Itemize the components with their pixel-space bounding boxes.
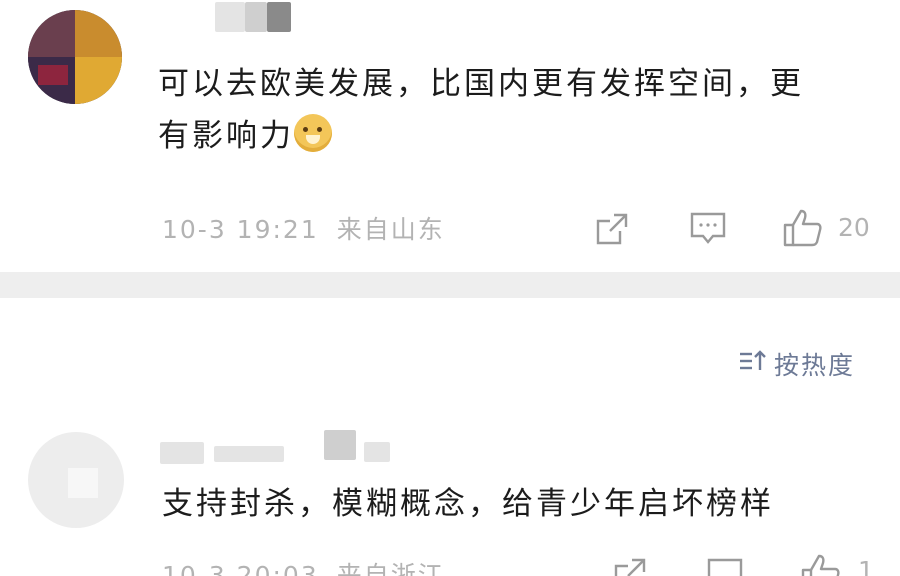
location: 来自山东 [336,215,445,244]
username-obscured[interactable] [215,2,291,36]
comment-text: 可以去欧美发展，比国内更有发挥空间，更 有影响力 [158,58,878,162]
thumbs-up-icon[interactable] [782,207,824,249]
avatar[interactable] [28,10,122,104]
doge-emoji [294,114,332,152]
location: 来自浙江 [336,561,445,576]
sort-label: 按热度 [774,351,856,380]
comment-meta: 10-3 19:21 来自山东 [162,210,445,246]
like-count: 1 [858,556,874,576]
comment-feed: 可以去欧美发展，比国内更有发挥空间，更 有影响力 10-3 19:21 来自山东… [0,0,900,576]
avatar[interactable] [28,432,124,528]
like-count: 20 [838,213,870,242]
share-icon[interactable] [594,211,630,247]
thumbs-up-icon[interactable] [800,552,842,576]
share-icon[interactable] [612,556,648,576]
section-divider [0,272,900,298]
sort-by-hot-button[interactable]: 按热度 [738,346,855,382]
comment-icon[interactable] [706,556,744,576]
sort-icon [738,348,768,380]
comment-text-line2: 有影响力 [158,118,294,154]
username-obscured[interactable] [160,430,390,466]
comment-text: 支持封杀，模糊概念，给青少年启坏榜样 [162,486,774,522]
timestamp: 10-3 19:21 [162,215,319,244]
comment-icon[interactable] [689,210,727,246]
comment-meta: 10-3 20:03 来自浙江 [162,556,445,576]
timestamp: 10-3 20:03 [162,561,319,576]
comment-text-line1: 可以去欧美发展，比国内更有发挥空间，更 [158,66,804,102]
